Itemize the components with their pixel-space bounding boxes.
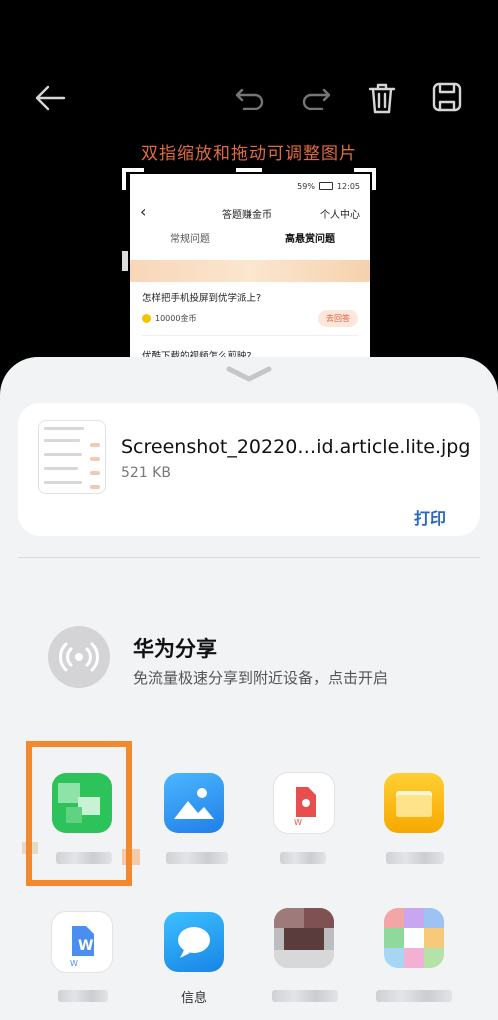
app-label-7: [272, 990, 338, 1002]
highlight-box: [26, 741, 132, 886]
huawei-share-icon[interactable]: [48, 626, 110, 688]
preview-banner: [130, 260, 370, 282]
preview-coins: 10000金币: [155, 314, 197, 323]
undo-icon[interactable]: [234, 86, 266, 110]
app-label-8: [376, 990, 452, 1002]
chevron-down-icon[interactable]: [226, 366, 272, 382]
battery-percent: 59%: [297, 181, 315, 191]
preview-nav-bar: ‹ 答题赚金币 个人中心: [130, 198, 370, 226]
app-label-5: [58, 990, 108, 1002]
preview-question: 怎样把手机投屏到优学派上?: [142, 293, 262, 304]
divider: [18, 557, 480, 558]
print-button[interactable]: 打印: [414, 505, 446, 529]
crop-hint: 双指缩放和拖动可调整图片: [141, 144, 357, 164]
app-label-3: [280, 852, 326, 864]
preview-answer-button: 去回答: [318, 310, 358, 327]
pdf-icon[interactable]: W: [274, 773, 334, 833]
crop-handle-left[interactable]: [122, 251, 128, 271]
app-label-4: [386, 852, 444, 864]
svg-text:W: W: [70, 959, 78, 968]
messages-icon[interactable]: [164, 912, 224, 972]
save-icon[interactable]: [432, 82, 462, 112]
crop-handle-top[interactable]: [236, 168, 262, 172]
file-name: Screenshot_20220…id.article.lite.jpg: [121, 436, 471, 458]
svg-text:W: W: [78, 938, 93, 954]
status-time: 12:05: [336, 181, 360, 191]
preview-coin-row: 10000金币 去回答: [130, 304, 370, 333]
preview-tab-regular: 常规问题: [170, 234, 210, 245]
preview-status-bar: 59% 12:05: [130, 174, 370, 198]
preview-tabs: 常规问题 高悬赏问题: [130, 226, 370, 254]
preview-nav-title: 答题赚金币: [222, 210, 272, 221]
image-preview[interactable]: 59% 12:05 ‹ 答题赚金币 个人中心 常规问题 高悬赏问题 怎样把手机投…: [130, 174, 370, 364]
files-icon[interactable]: [384, 773, 444, 833]
preview-back-icon: ‹: [140, 202, 147, 221]
preview-nav-right: 个人中心: [320, 210, 360, 221]
back-icon[interactable]: [34, 84, 66, 112]
gallery-icon[interactable]: [164, 773, 224, 833]
huawei-share-subtitle: 免流量极速分享到附近设备，点击开启: [133, 669, 389, 687]
app-label-2: [166, 852, 228, 864]
preview-tab-reward: 高悬赏问题: [285, 234, 335, 245]
redo-icon[interactable]: [300, 86, 332, 110]
messages-label: 信息: [180, 991, 207, 1006]
app-icon[interactable]: [274, 908, 334, 968]
delete-icon[interactable]: [368, 82, 396, 114]
coin-icon: [142, 314, 151, 323]
huawei-share-title[interactable]: 华为分享: [133, 633, 217, 663]
wps-word-icon[interactable]: WW: [52, 912, 112, 972]
app-icon[interactable]: [384, 908, 444, 968]
file-thumbnail[interactable]: [38, 420, 106, 494]
svg-text:W: W: [294, 818, 302, 827]
file-size: 521 KB: [121, 465, 171, 481]
